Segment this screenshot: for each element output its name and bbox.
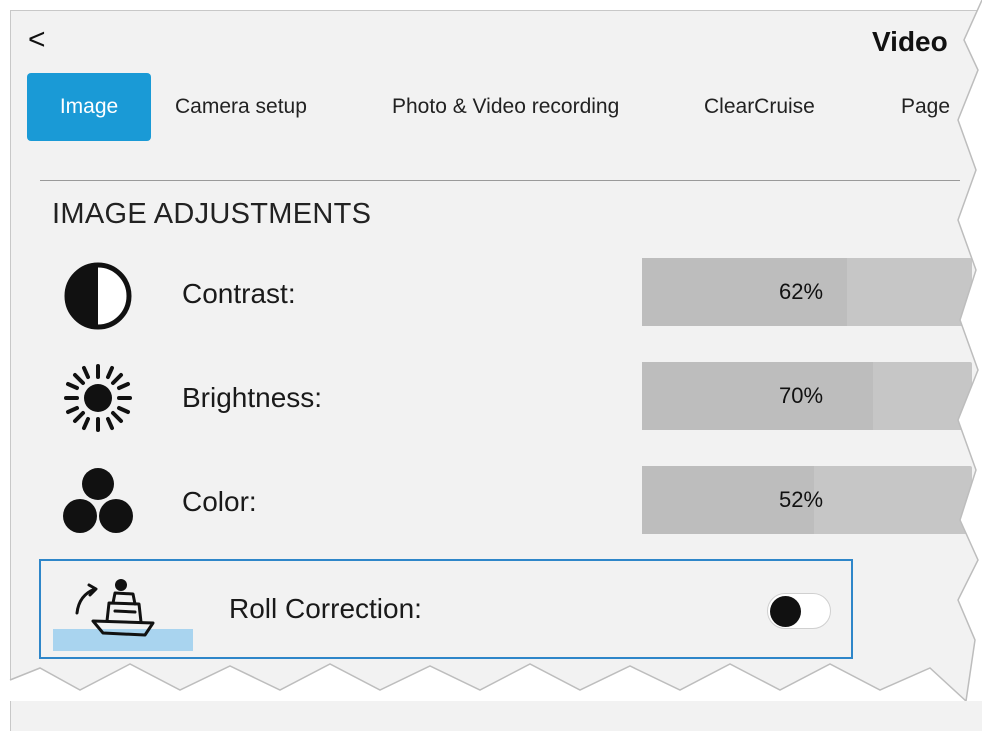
page-title: Video <box>872 26 948 57</box>
back-button[interactable]: < <box>28 20 46 60</box>
boat-roll-icon <box>69 571 169 646</box>
roll-correction-toggle[interactable] <box>767 593 831 629</box>
brightness-value: 70% <box>778 383 824 408</box>
roll-correction-row[interactable]: Roll Correction: <box>39 559 853 659</box>
brightness-icon <box>62 362 134 439</box>
tab-clearcruise[interactable]: ClearCruise <box>704 73 815 141</box>
chevron-left-icon: < <box>28 23 46 56</box>
section-title: IMAGE ADJUSTMENTS <box>52 198 372 230</box>
color-value: 52% <box>778 487 824 512</box>
tab-divider <box>40 180 960 181</box>
toggle-knob <box>770 596 801 627</box>
tab-page[interactable]: Page <box>901 73 950 141</box>
contrast-slider[interactable]: 62% <box>642 258 972 326</box>
color-icon <box>60 466 136 543</box>
brightness-slider[interactable]: 70% <box>642 362 972 430</box>
color-label: Color: <box>182 486 257 517</box>
tab-photo-video-recording[interactable]: Photo & Video recording <box>392 73 619 141</box>
brightness-label: Brightness: <box>182 382 323 413</box>
contrast-icon <box>62 260 134 337</box>
roll-correction-label: Roll Correction: <box>229 593 422 624</box>
tab-camera-setup[interactable]: Camera setup <box>175 73 307 141</box>
tab-image[interactable]: Image <box>27 73 151 141</box>
contrast-label: Contrast: <box>182 278 296 309</box>
contrast-value: 62% <box>778 279 824 304</box>
color-slider[interactable]: 52% <box>642 466 972 534</box>
